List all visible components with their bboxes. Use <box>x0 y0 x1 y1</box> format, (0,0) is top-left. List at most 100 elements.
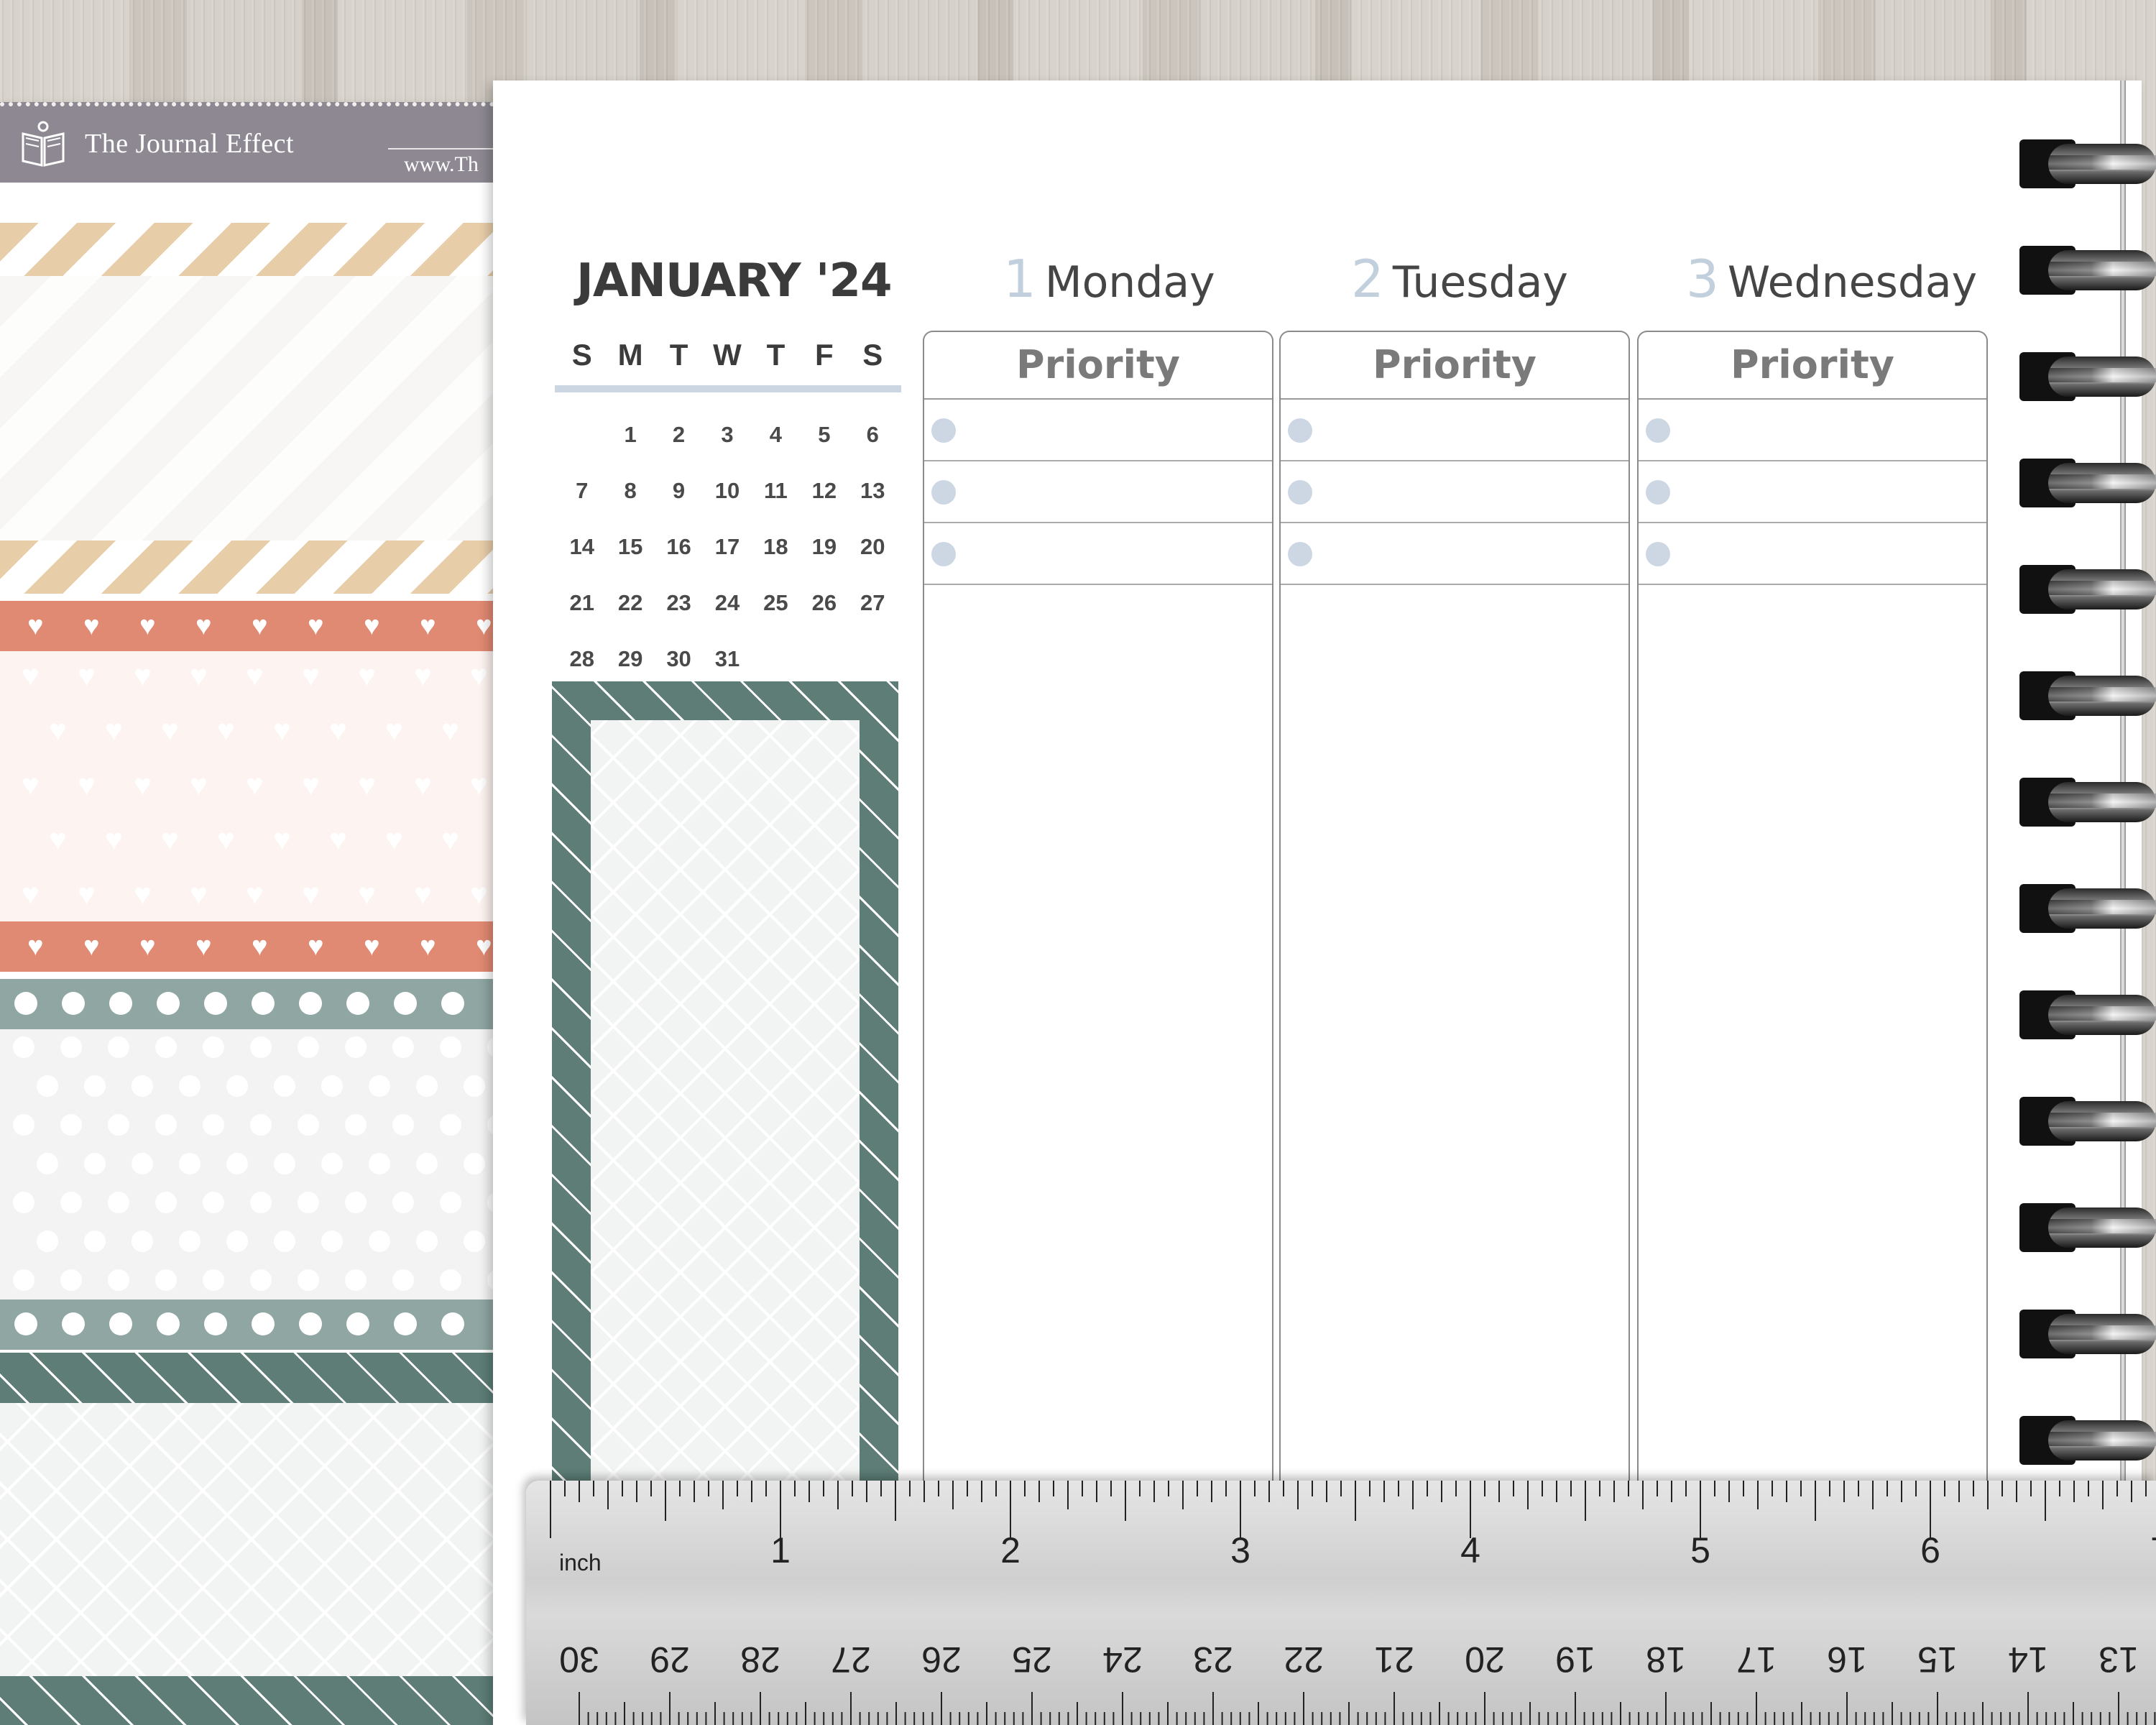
calendar-date[interactable]: 12 <box>800 478 848 504</box>
bullet-icon <box>1646 418 1670 443</box>
heart-icon: ♥ <box>78 658 96 692</box>
calendar-date[interactable]: 19 <box>800 534 848 560</box>
calendar-date[interactable]: 6 <box>849 422 897 448</box>
dot-icon <box>416 1230 438 1252</box>
heart-icon: ♥ <box>441 822 459 856</box>
dot-icon <box>392 1192 414 1213</box>
priority-line[interactable] <box>1639 400 1986 461</box>
heart-icon: ♥ <box>105 713 123 747</box>
brand-url: www.Th <box>404 152 479 176</box>
weekday-label: T <box>766 338 786 372</box>
mini-calendar-weekdays: S M T W T F S <box>558 338 897 372</box>
heart-icon: ♥ <box>139 932 156 962</box>
day-column-monday[interactable]: Priority <box>923 331 1273 1495</box>
dot-icon <box>84 1153 106 1174</box>
dot-icon <box>321 1230 343 1252</box>
calendar-date[interactable]: 23 <box>655 590 703 616</box>
priority-line[interactable] <box>924 461 1272 523</box>
dot-icon <box>345 1269 367 1291</box>
calendar-date[interactable]: 7 <box>558 478 606 504</box>
calendar-date[interactable]: 30 <box>655 646 703 672</box>
dot-icon <box>204 1312 227 1335</box>
calendar-date[interactable]: 10 <box>703 478 751 504</box>
calendar-date[interactable]: 31 <box>703 646 751 672</box>
calendar-date[interactable]: 11 <box>752 478 800 504</box>
book-logo-icon <box>22 121 65 167</box>
calendar-date[interactable]: 24 <box>703 590 751 616</box>
dot-icon <box>108 1269 129 1291</box>
calendar-date[interactable]: 28 <box>558 646 606 672</box>
dot-icon <box>155 1114 177 1136</box>
dot-icon <box>250 1036 272 1058</box>
calendar-date[interactable]: 5 <box>800 422 848 448</box>
dot-icon <box>298 1114 319 1136</box>
dot-icon <box>132 1230 153 1252</box>
calendar-date[interactable]: 9 <box>655 478 703 504</box>
calendar-date[interactable]: 16 <box>655 534 703 560</box>
weekday-label: T <box>669 338 688 372</box>
dot-icon <box>346 1312 369 1335</box>
dot-icon <box>298 1192 319 1213</box>
calendar-date[interactable]: 25 <box>752 590 800 616</box>
priority-header: Priority <box>1639 332 1986 400</box>
ruler-cm-number: 19 <box>1555 1639 1595 1680</box>
heart-icon: ♥ <box>22 877 40 911</box>
dot-icon <box>13 1036 34 1058</box>
heart-icon: ♥ <box>27 611 44 641</box>
day-column-wednesday[interactable]: Priority <box>1637 331 1988 1495</box>
priority-line[interactable] <box>924 523 1272 585</box>
calendar-date[interactable]: 4 <box>752 422 800 448</box>
heart-icon: ♥ <box>273 822 291 856</box>
ruler-cm-number: 16 <box>1827 1639 1867 1680</box>
mini-calendar-week: 123456 <box>558 407 897 463</box>
calendar-date[interactable]: 13 <box>849 478 897 504</box>
calendar-date[interactable]: 20 <box>849 534 897 560</box>
priority-line[interactable] <box>1281 400 1628 461</box>
priority-line[interactable] <box>1281 523 1628 585</box>
calendar-date[interactable]: 21 <box>558 590 606 616</box>
heart-icon: ♥ <box>134 768 152 801</box>
priority-line[interactable] <box>924 400 1272 461</box>
bullet-icon <box>1288 542 1312 566</box>
calendar-date[interactable]: 15 <box>606 534 654 560</box>
dot-icon <box>226 1153 248 1174</box>
dot-icon <box>157 1312 180 1335</box>
dot-icon <box>109 1312 132 1335</box>
heart-icon: ♥ <box>476 932 492 962</box>
calendar-date[interactable]: 29 <box>606 646 654 672</box>
calendar-date[interactable]: 3 <box>703 422 751 448</box>
ruler-inch-number: 4 <box>1460 1530 1480 1570</box>
heart-icon: ♥ <box>420 611 436 641</box>
dot-icon <box>345 1192 367 1213</box>
calendar-date[interactable]: 14 <box>558 534 606 560</box>
heart-icon: ♥ <box>364 932 380 962</box>
day-column-tuesday[interactable]: Priority <box>1279 331 1630 1495</box>
calendar-date[interactable]: 27 <box>849 590 897 616</box>
sticker-sheet: The Journal Effect www.Th ♥ ♥ ♥ ♥ ♥ ♥ ♥ ♥ ♥ ♥ ♥ ♥ ♥… <box>0 102 503 1725</box>
calendar-date[interactable]: 18 <box>752 534 800 560</box>
dot-icon <box>60 1269 82 1291</box>
dot-icon <box>394 992 417 1015</box>
heart-icon: ♥ <box>358 877 376 911</box>
priority-line[interactable] <box>1639 523 1986 585</box>
calendar-date[interactable]: 2 <box>655 422 703 448</box>
dot-icon <box>274 1153 295 1174</box>
calendar-date[interactable]: 22 <box>606 590 654 616</box>
dot-icon <box>226 1230 248 1252</box>
ruler-cm-number: 30 <box>559 1639 599 1680</box>
calendar-date[interactable]: 1 <box>606 422 654 448</box>
dot-icon <box>14 992 37 1015</box>
calendar-date[interactable]: 8 <box>606 478 654 504</box>
dot-icon <box>464 1075 485 1097</box>
heart-icon: ♥ <box>246 768 264 801</box>
calendar-date[interactable]: 26 <box>800 590 848 616</box>
bullet-icon <box>1646 480 1670 505</box>
heart-icon: ♥ <box>414 877 432 911</box>
priority-line[interactable] <box>1281 461 1628 523</box>
brand-name: The Journal Effect <box>85 129 295 159</box>
heart-icon: ♥ <box>190 877 208 911</box>
priority-line[interactable] <box>1639 461 1986 523</box>
dot-icon <box>13 1192 34 1213</box>
ruler-inch-number: 3 <box>1230 1530 1250 1570</box>
calendar-date[interactable]: 17 <box>703 534 751 560</box>
